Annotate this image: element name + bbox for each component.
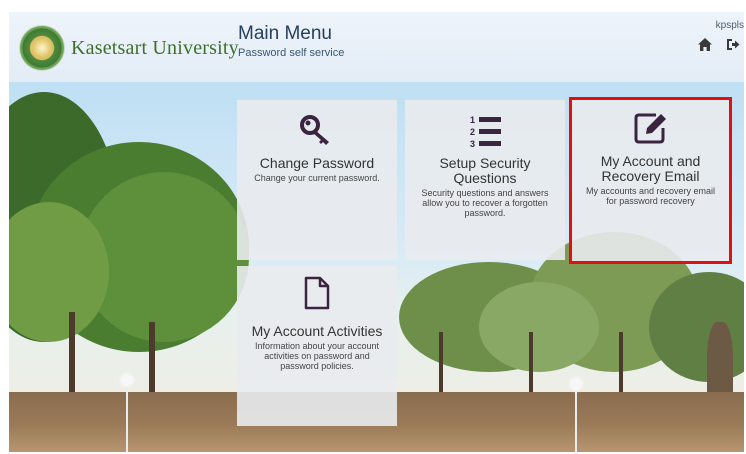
document-icon [303,276,331,310]
tile-title: Change Password Change your current pass… [241,156,393,184]
key-icon [300,114,334,146]
tile-description: Change your current password. [254,173,380,183]
edit-icon [634,112,668,144]
numbered-list-icon: 1 2 3 [468,114,502,149]
recovery-email-tile[interactable]: My Account and Recovery Email My account… [569,97,732,264]
page-title: Main Menu [238,23,332,44]
tile-description: Security questions and answers allow you… [421,188,549,218]
svg-text:3: 3 [470,139,475,148]
app-frame: Kasetsart University Main Menu Password … [9,12,744,452]
svg-text:1: 1 [470,115,475,125]
security-questions-tile[interactable]: 1 2 3 Setup Security Questions Security … [405,100,565,260]
tile-title: My Account and Recovery Email My account… [576,154,725,207]
sign-out-icon[interactable] [726,38,740,51]
page-subtitle: Password self service [238,47,345,59]
account-activities-tile[interactable]: My Account Activities Information about … [237,266,397,426]
tile-title: Setup Security Questions Security questi… [409,156,561,219]
home-icon[interactable] [698,38,712,51]
svg-text:2: 2 [470,127,475,137]
tile-description: Information about your account activitie… [254,341,380,371]
tile-title: My Account Activities Information about … [241,324,393,372]
header-actions [698,38,740,51]
username-label: kpspls [715,20,744,31]
university-logo[interactable] [20,26,64,70]
tile-description: My accounts and recovery email for passw… [585,186,716,206]
header-bar: Kasetsart University Main Menu Password … [9,12,744,83]
header-titles: Main Menu Password self service [238,23,344,59]
brand-name[interactable]: Kasetsart University [71,37,239,60]
change-password-tile[interactable]: Change Password Change your current pass… [237,100,397,260]
